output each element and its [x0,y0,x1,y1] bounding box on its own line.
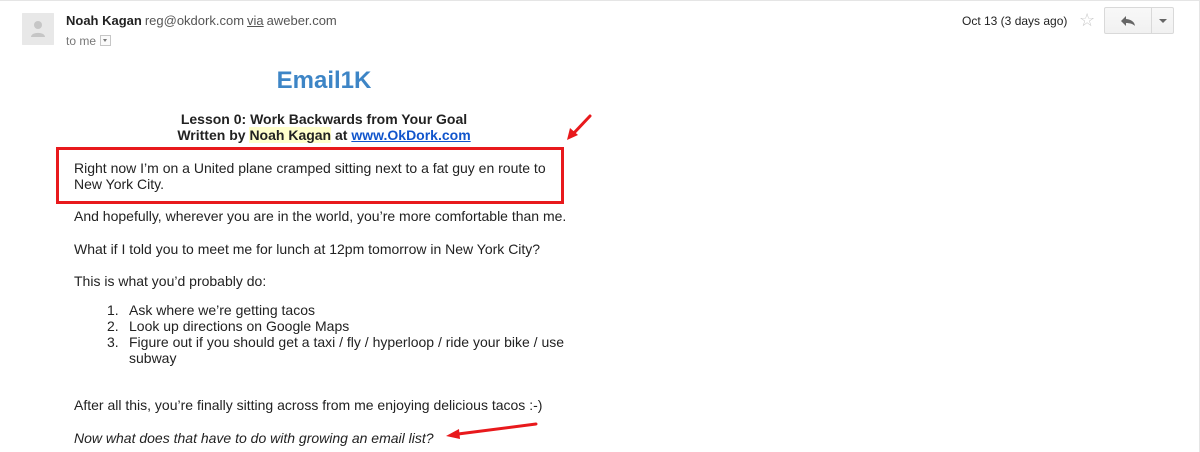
annotation-arrow-top [567,114,592,140]
email-view: Noah Kagan reg@okdork.com via aweber.com to… [0,0,1200,452]
annotation-arrow-bottom [446,422,538,439]
annotation-arrows [446,114,592,439]
